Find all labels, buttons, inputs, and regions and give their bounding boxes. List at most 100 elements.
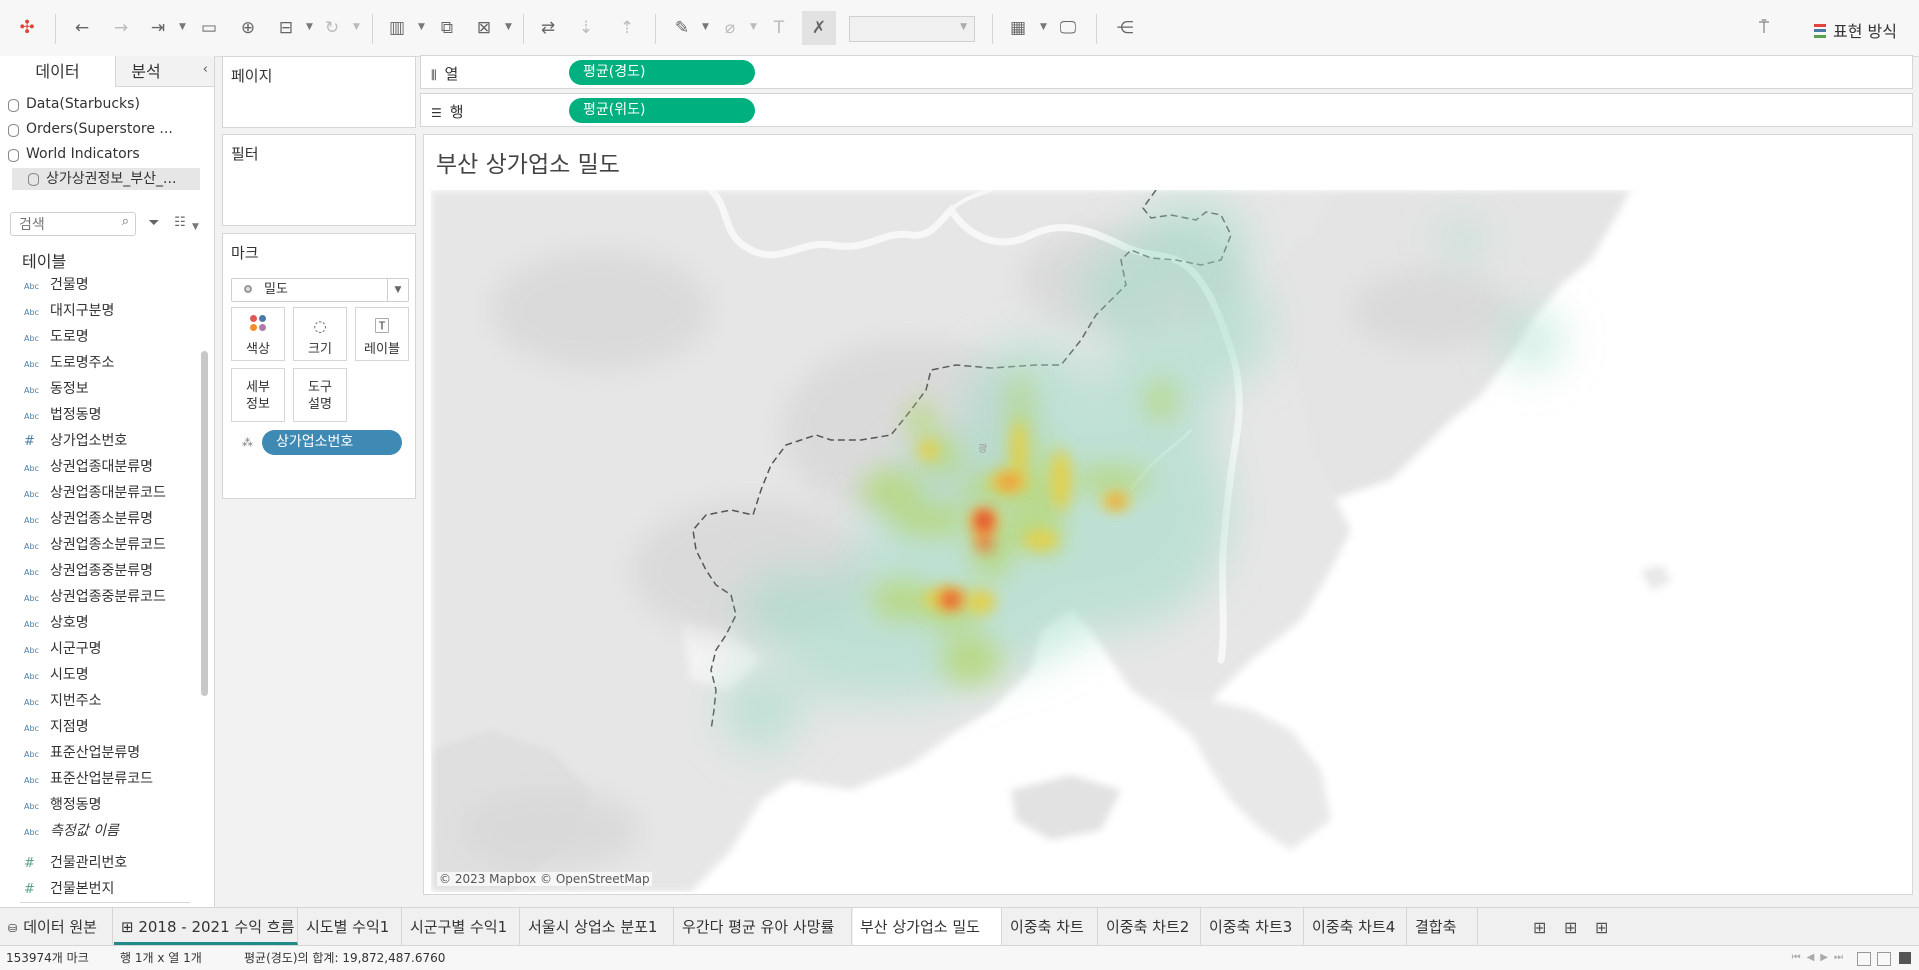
field-search-box[interactable]: ⌕ — [10, 212, 136, 236]
field-item[interactable]: Abc 지점명 — [24, 714, 204, 740]
datasource-dropdown-icon[interactable]: ▼ — [306, 22, 313, 32]
map-canvas[interactable]: 광 — [431, 190, 1904, 892]
new-worksheet-icon[interactable]: ▥ — [385, 16, 409, 40]
new-worksheet-dropdown-icon[interactable]: ▼ — [418, 22, 425, 32]
sheet-tab[interactable]: 결합축 — [1408, 908, 1478, 945]
density-map[interactable]: 광 © 2023 Mapbox © OpenStreetMap — [431, 190, 1904, 892]
field-item[interactable]: Abc 시도명 — [24, 662, 204, 688]
field-item[interactable]: Abc 법정동명 — [24, 402, 204, 428]
new-datasource-icon[interactable]: ⊕ — [236, 16, 260, 40]
field-item[interactable]: Abc 표준산업분류명 — [24, 740, 204, 766]
field-item[interactable]: Abc 도로명 — [24, 324, 204, 350]
size-button[interactable]: ◌ 크기 — [293, 307, 347, 361]
sheet-tab[interactable]: 시군구별 수익1 — [403, 908, 520, 945]
grid-view-icon[interactable] — [1857, 952, 1871, 966]
new-story-tab-icon[interactable]: ⊞ — [1595, 918, 1608, 937]
field-list-scrollbar[interactable] — [201, 351, 208, 696]
sheet-tab[interactable]: ⊞ 2018 - 2021 수익 흐름 — [114, 908, 298, 945]
pages-card[interactable]: 페이지 — [222, 56, 416, 128]
highlight-icon[interactable]: ✎ — [670, 16, 694, 40]
field-item[interactable]: Abc 건물명 — [24, 272, 204, 298]
label-button[interactable]: 🅃 레이블 — [355, 307, 409, 361]
group-dropdown-icon[interactable]: ▼ — [750, 22, 757, 32]
detail-button[interactable]: 세부 정보 — [231, 368, 285, 422]
field-item[interactable]: Abc 대지구분명 — [24, 298, 204, 324]
field-item[interactable]: Abc 상호명 — [24, 610, 204, 636]
swap-icon[interactable]: ⇄ — [536, 16, 560, 40]
detail-field-pill[interactable]: 상가업소번호 — [262, 430, 402, 455]
sheet-tab[interactable]: 이중축 차트3 — [1202, 908, 1304, 945]
field-item[interactable]: Abc 동정보 — [24, 376, 204, 402]
sort-descending-icon[interactable]: ⇡ — [615, 16, 639, 40]
field-item[interactable]: Abc 상권업종중분류명 — [24, 558, 204, 584]
field-item[interactable]: # 건물본번지 — [24, 876, 204, 902]
save-icon[interactable]: ▭ — [197, 16, 221, 40]
datasource-item-selected[interactable]: 상가상권정보_부산_... — [12, 168, 200, 190]
collapse-pane-icon[interactable]: ‹ — [203, 62, 208, 77]
new-dashboard-tab-icon[interactable]: ⊞ — [1564, 918, 1577, 937]
field-item[interactable]: Abc 상권업종소분류코드 — [24, 532, 204, 558]
rows-shelf[interactable]: ☰ 행 평균(위도) — [420, 93, 1913, 127]
datasource-item[interactable]: World Indicators — [8, 146, 140, 162]
show-cards-icon[interactable]: ▦ — [1006, 16, 1030, 40]
refresh-dropdown-icon[interactable]: ▼ — [353, 22, 360, 32]
sheet-tab[interactable]: 이중축 차트 — [1003, 908, 1098, 945]
labels-icon[interactable]: T — [767, 16, 791, 40]
field-item[interactable]: Abc 지번주소 — [24, 688, 204, 714]
tab-view-icon[interactable] — [1899, 952, 1911, 964]
view-options-icon[interactable]: ☷ — [168, 211, 192, 235]
field-item[interactable]: Abc 상권업종소분류명 — [24, 506, 204, 532]
sheet-tab[interactable]: 이중축 차트4 — [1305, 908, 1407, 945]
replay-icon[interactable]: ⇥ — [146, 16, 170, 40]
refresh-icon[interactable]: ↻ — [320, 16, 344, 40]
tab-analytics[interactable]: 분석 — [116, 56, 176, 86]
sort-ascending-icon[interactable]: ⇣ — [574, 16, 598, 40]
field-item[interactable]: Abc 시군구명 — [24, 636, 204, 662]
highlight-dropdown-icon[interactable]: ▼ — [702, 22, 709, 32]
tableau-logo-icon[interactable]: ✣ — [15, 16, 39, 40]
sheet-tab[interactable]: 이중축 차트2 — [1099, 908, 1201, 945]
field-item[interactable]: Abc 행정동명 — [24, 792, 204, 818]
tooltip-button[interactable]: 도구 설명 — [293, 368, 347, 422]
field-item[interactable]: Abc 표준산업분류코드 — [24, 766, 204, 792]
datasource-item[interactable]: Data(Starbucks) — [8, 96, 140, 112]
view-title[interactable]: 부산 상가업소 밀도 — [436, 145, 620, 179]
clear-sheet-icon[interactable]: ⊠ — [472, 16, 496, 40]
sheet-tab[interactable]: 시도별 수익1 — [299, 908, 402, 945]
mark-type-select[interactable]: 밀도 ▼ — [231, 278, 409, 302]
datasource-tab[interactable]: ⛁ 데이터 원본 — [0, 908, 113, 945]
redo-icon[interactable]: → — [109, 16, 133, 40]
replay-dropdown-icon[interactable]: ▼ — [179, 22, 186, 32]
filter-icon[interactable]: ⏷ — [142, 211, 166, 235]
color-button[interactable]: 색상 — [231, 307, 285, 361]
field-item[interactable]: # 상가업소번호 — [24, 428, 204, 454]
clear-sheet-dropdown-icon[interactable]: ▼ — [505, 22, 512, 32]
field-item[interactable]: Abc 상권업종대분류코드 — [24, 480, 204, 506]
view-options-dropdown-icon[interactable]: ▼ — [192, 222, 199, 232]
field-item[interactable]: Abc 상권업종대분류명 — [24, 454, 204, 480]
undo-icon[interactable]: ← — [70, 16, 94, 40]
field-item[interactable]: Abc 도로명주소 — [24, 350, 204, 376]
field-item[interactable]: Abc 측정값 이름 — [24, 818, 204, 844]
sheet-tab[interactable]: 우간다 평균 유아 사망률 — [675, 908, 852, 945]
show-cards-dropdown-icon[interactable]: ▼ — [1040, 22, 1047, 32]
fit-select[interactable]: ▼ — [849, 16, 975, 42]
sheet-navigation-icon[interactable]: ⏮◀▶⏭ — [1792, 946, 1849, 970]
filmstrip-view-icon[interactable] — [1877, 952, 1891, 966]
filters-card[interactable]: 필터 — [222, 134, 416, 226]
new-worksheet-tab-icon[interactable]: ⊞ — [1533, 918, 1546, 937]
rows-pill[interactable]: 평균(위도) — [569, 98, 755, 123]
field-item[interactable]: # 건물관리번호 — [24, 850, 204, 876]
presentation-icon[interactable]: 🖵 — [1056, 16, 1080, 40]
sheet-tab[interactable]: 부산 상가업소 밀도 — [853, 908, 1002, 945]
format-brush-icon[interactable]: ⍑ — [1752, 16, 1776, 40]
columns-shelf[interactable]: ⫼ 열 평균(경도) — [420, 55, 1913, 89]
share-icon[interactable]: ⋲ — [1113, 16, 1137, 40]
search-input[interactable] — [17, 214, 117, 236]
field-item[interactable]: Abc 상권업종중분류코드 — [24, 584, 204, 610]
show-me-button[interactable]: 표현 방식 — [1814, 18, 1897, 42]
pause-updates-icon[interactable]: ⊟ — [274, 16, 298, 40]
map-attribution[interactable]: © 2023 Mapbox © OpenStreetMap — [437, 872, 652, 886]
group-icon[interactable]: ⌀ — [718, 16, 742, 40]
columns-pill[interactable]: 평균(경도) — [569, 60, 755, 85]
